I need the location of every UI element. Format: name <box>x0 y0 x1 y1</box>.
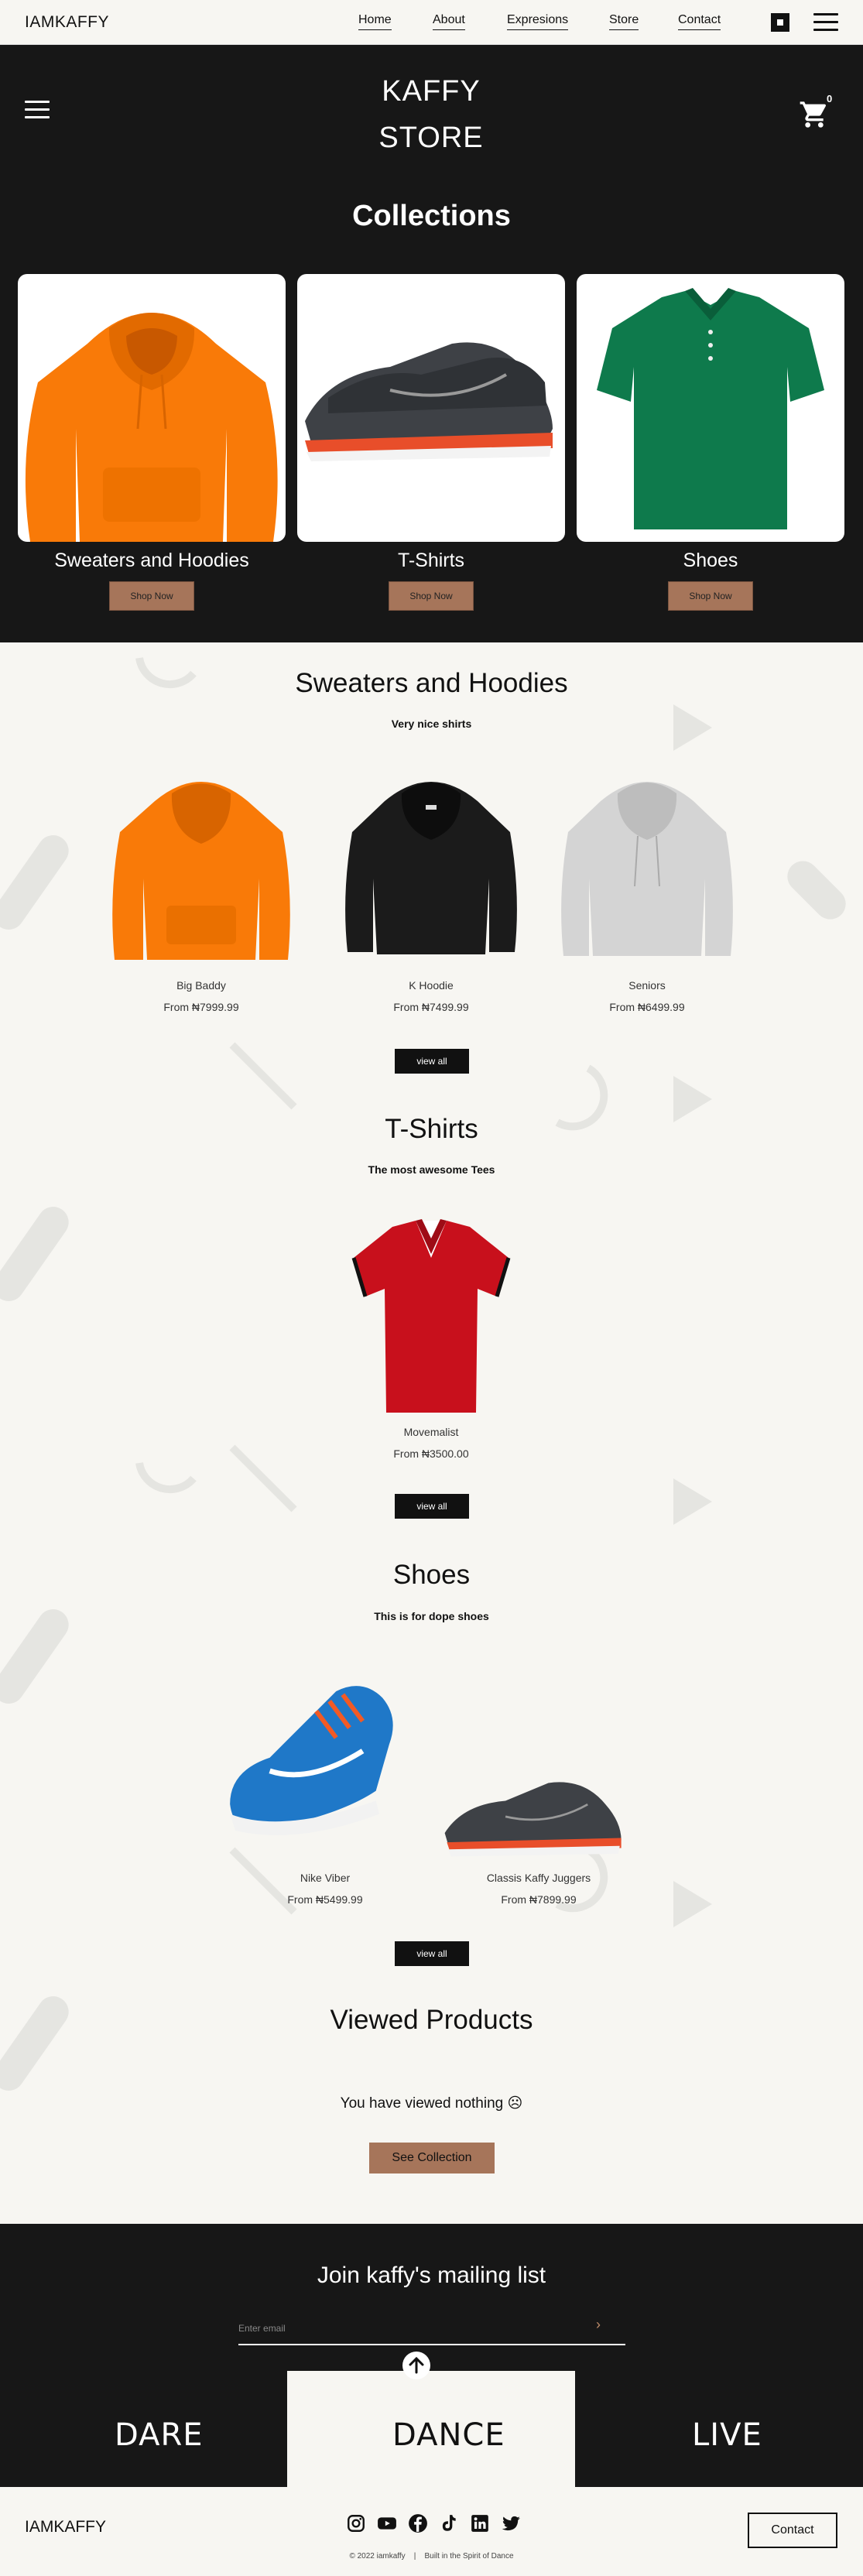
theme-toggle-button[interactable] <box>771 13 789 32</box>
twitter-icon[interactable] <box>501 2513 521 2533</box>
sweaters-section-subtitle: Very nice shirts <box>391 718 472 730</box>
product-image-k-hoodie[interactable] <box>338 762 524 971</box>
collections-title: Collections <box>352 200 511 232</box>
viewed-products-title: Viewed Products <box>330 2005 533 2035</box>
product-price: From ₦3500.00 <box>393 1447 469 1460</box>
viewed-empty-message: You have viewed nothing ☹ <box>340 2095 523 2112</box>
footer-copyright: © 2022 iamkaffy | Built in the Spirit of… <box>349 2552 514 2561</box>
nav-link-about[interactable]: About <box>433 13 465 30</box>
product-name[interactable]: Nike Viber <box>232 1872 418 1884</box>
youtube-icon[interactable] <box>377 2513 397 2533</box>
social-links <box>341 2510 526 2537</box>
cart-icon[interactable] <box>799 99 830 130</box>
mailing-list-section: Join kaffy's mailing list › DARE DANCE L… <box>0 2224 863 2487</box>
shop-now-button-shoes[interactable]: Shop Now <box>668 581 753 611</box>
collection-card-sweaters[interactable] <box>18 274 286 542</box>
product-price: From ₦6499.99 <box>609 1001 685 1013</box>
email-underline <box>238 2344 625 2345</box>
sidebar-menu-icon[interactable] <box>25 101 50 119</box>
product-name[interactable]: Seniors <box>554 979 740 992</box>
menu-icon[interactable] <box>813 13 838 32</box>
product-image-movemalist[interactable] <box>338 1211 524 1420</box>
collection-name-sweaters: Sweaters and Hoodies <box>54 550 249 571</box>
view-all-shoes-button[interactable]: view all <box>395 1941 469 1966</box>
facebook-icon[interactable] <box>408 2513 428 2533</box>
see-collection-button[interactable]: See Collection <box>369 2143 495 2174</box>
nav-link-contact[interactable]: Contact <box>678 13 721 30</box>
tiktok-icon[interactable] <box>439 2513 459 2533</box>
contact-button[interactable]: Contact <box>748 2513 837 2548</box>
product-image-big-baddy[interactable] <box>108 762 294 971</box>
product-price: From ₦7999.99 <box>163 1001 239 1013</box>
product-price: From ₦5499.99 <box>287 1893 363 1906</box>
view-all-sweaters-button[interactable]: view all <box>395 1049 469 1074</box>
nav-link-expresions[interactable]: Expresions <box>507 13 569 30</box>
scroll-to-top-button[interactable] <box>402 2352 430 2379</box>
tshirts-section-title: T-Shirts <box>385 1114 478 1144</box>
product-name[interactable]: Classis Kaffy Juggers <box>446 1872 632 1884</box>
arrow-up-icon <box>409 2356 424 2374</box>
collection-card-tshirts[interactable] <box>297 274 565 542</box>
hero-collections-section: KAFFY STORE 0 Collections Sweaters and H… <box>0 45 863 642</box>
view-all-tshirts-button[interactable]: view all <box>395 1494 469 1519</box>
product-price: From ₦7899.99 <box>501 1893 577 1906</box>
linkedin-icon[interactable] <box>470 2513 490 2533</box>
footer-brand[interactable]: IAMKAFFY <box>25 2518 106 2537</box>
word-dare: DARE <box>115 2417 204 2453</box>
sweaters-section-title: Sweaters and Hoodies <box>295 668 568 698</box>
store-title-line2: STORE <box>378 122 484 154</box>
collection-card-shoes[interactable] <box>577 274 844 542</box>
top-navbar: IAMKAFFY Home About Expresions Store Con… <box>0 0 863 45</box>
shop-now-button-tshirts[interactable]: Shop Now <box>389 581 474 611</box>
square-icon <box>777 19 783 26</box>
submit-arrow-icon[interactable]: › <box>596 2317 601 2333</box>
brand-logo[interactable]: IAMKAFFY <box>25 13 109 32</box>
nav-link-home[interactable]: Home <box>358 13 392 30</box>
shop-now-button-sweaters[interactable]: Shop Now <box>109 581 194 611</box>
store-title: KAFFY STORE <box>276 68 586 161</box>
product-image-nike-viber[interactable] <box>217 1656 402 1865</box>
product-price: From ₦7499.99 <box>393 1001 469 1013</box>
orange-hoodie-image <box>25 313 278 542</box>
collection-name-shoes: Shoes <box>683 550 738 571</box>
nav-link-store[interactable]: Store <box>609 13 639 30</box>
product-name[interactable]: Big Baddy <box>108 979 294 992</box>
running-shoes-image <box>305 342 553 461</box>
word-dance: DANCE <box>392 2417 505 2453</box>
shoes-section-subtitle: This is for dope shoes <box>374 1610 489 1622</box>
tshirts-section-subtitle: The most awesome Tees <box>368 1163 495 1176</box>
product-name[interactable]: Movemalist <box>338 1426 524 1438</box>
shoes-section-title: Shoes <box>392 1560 471 1590</box>
collection-name-tshirts: T-Shirts <box>397 550 465 571</box>
product-image-seniors[interactable] <box>554 762 740 971</box>
cart-count-badge: 0 <box>827 93 833 104</box>
word-live: LIVE <box>692 2417 762 2453</box>
product-name[interactable]: K Hoodie <box>338 979 524 992</box>
store-title-line1: KAFFY <box>382 75 481 108</box>
footer: IAMKAFFY © 2022 iamkaffy | Built in the … <box>0 2487 863 2576</box>
email-input[interactable] <box>238 2317 602 2340</box>
mailing-list-title: Join kaffy's mailing list <box>317 2263 546 2288</box>
product-image-classis-kaffy-juggers[interactable] <box>441 1711 627 1920</box>
green-polo-image <box>597 288 824 529</box>
instagram-icon[interactable] <box>346 2513 366 2533</box>
